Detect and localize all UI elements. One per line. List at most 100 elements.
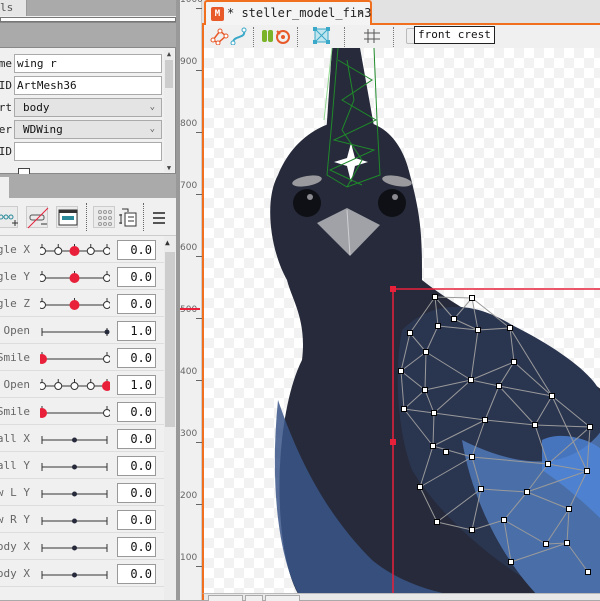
- parameter-slider[interactable]: [40, 510, 110, 528]
- scroll-up-icon[interactable]: ▲: [165, 238, 170, 247]
- mesh-vertex[interactable]: [496, 383, 502, 389]
- mesh-vertex[interactable]: [423, 349, 429, 355]
- parameter-row[interactable]: Brow R Y 0.0: [0, 506, 164, 533]
- property-select[interactable]: WDWing ⌄: [14, 120, 162, 139]
- parameter-row[interactable]: Angle Y 0.0: [0, 263, 164, 290]
- keyform-point[interactable]: [40, 382, 46, 390]
- mesh-vertex[interactable]: [401, 406, 407, 412]
- keyform-point-active[interactable]: [69, 300, 80, 310]
- slider-knob[interactable]: [72, 545, 77, 551]
- mesh-vertex[interactable]: [431, 410, 437, 416]
- scroll-thumb[interactable]: [165, 252, 175, 427]
- keyform-point[interactable]: [86, 382, 95, 390]
- key-bar-button[interactable]: [56, 206, 78, 228]
- param-scrollbar[interactable]: ▲: [164, 236, 176, 600]
- grid-keys-button[interactable]: [93, 206, 115, 228]
- mesh-vertex[interactable]: [478, 486, 484, 492]
- parameter-row[interactable]: Eye R Open 1.0: [0, 371, 164, 398]
- deformer-path-tool[interactable]: [210, 27, 230, 46]
- mesh-vertex[interactable]: [468, 377, 474, 383]
- status-button[interactable]: [245, 595, 263, 601]
- mesh-vertex[interactable]: [543, 541, 549, 547]
- slider-knob[interactable]: [104, 329, 110, 335]
- scroll-down-icon[interactable]: ▼: [164, 164, 174, 172]
- parameter-slider[interactable]: [40, 375, 110, 393]
- parameter-slider[interactable]: [40, 537, 110, 555]
- parameter-value-input[interactable]: 0.0: [117, 537, 156, 557]
- parameter-value-input[interactable]: 0.0: [117, 402, 156, 422]
- mesh-vertex[interactable]: [475, 327, 481, 333]
- keyform-point[interactable]: [103, 409, 111, 417]
- parameter-value-input[interactable]: 0.0: [117, 294, 156, 314]
- mesh-vertex[interactable]: [432, 294, 438, 300]
- mesh-vertex[interactable]: [451, 316, 457, 322]
- parameter-value-input[interactable]: 1.0: [117, 321, 156, 341]
- keyform-point[interactable]: [40, 274, 46, 282]
- parameter-slider[interactable]: [40, 456, 110, 474]
- mesh-vertex[interactable]: [511, 359, 517, 365]
- mesh-vertex[interactable]: [422, 387, 428, 393]
- add-keys-button[interactable]: [0, 206, 18, 228]
- mesh-vertex[interactable]: [507, 325, 513, 331]
- mesh-vertex[interactable]: [564, 540, 570, 546]
- mesh-vertex[interactable]: [549, 393, 555, 399]
- parameter-row[interactable]: Angle X 0.0: [0, 236, 164, 263]
- grid-tool[interactable]: [362, 27, 382, 45]
- model-canvas[interactable]: [202, 48, 600, 593]
- keyform-point[interactable]: [103, 355, 111, 363]
- parameter-value-input[interactable]: 0.0: [117, 429, 156, 449]
- parameter-row[interactable]: Eye Ball X 0.0: [0, 425, 164, 452]
- parameter-row[interactable]: Eye R Smile 0.0: [0, 398, 164, 425]
- parameter-row[interactable]: Angle Z 0.0: [0, 290, 164, 317]
- parameter-slider[interactable]: [40, 294, 110, 312]
- mesh-vertex[interactable]: [469, 527, 475, 533]
- parameter-slider[interactable]: [40, 429, 110, 447]
- parameter-slider[interactable]: [40, 267, 110, 285]
- mesh-vertex[interactable]: [482, 417, 488, 423]
- mesh-vertex[interactable]: [443, 449, 449, 455]
- slider-knob[interactable]: [72, 518, 77, 524]
- parameter-value-input[interactable]: 0.0: [117, 564, 156, 584]
- parameter-value-input[interactable]: 0.0: [117, 456, 156, 476]
- parameter-value-input[interactable]: 0.0: [117, 348, 156, 368]
- slider-knob[interactable]: [72, 491, 77, 497]
- mesh-vertex[interactable]: [501, 517, 507, 523]
- parameter-row[interactable]: Brow L Y 0.0: [0, 479, 164, 506]
- property-input[interactable]: ArtMesh36: [14, 76, 162, 95]
- link-params-button[interactable]: [118, 206, 138, 228]
- parameter-slider[interactable]: [40, 402, 110, 420]
- keyform-point[interactable]: [103, 247, 111, 255]
- mesh-vertex[interactable]: [585, 569, 591, 575]
- mesh-vertex[interactable]: [469, 454, 475, 460]
- property-input[interactable]: [14, 142, 162, 161]
- parameter-value-input[interactable]: 0.0: [117, 510, 156, 530]
- keyform-point[interactable]: [70, 382, 79, 390]
- mesh-vertex[interactable]: [508, 559, 514, 565]
- keyform-point[interactable]: [103, 301, 111, 309]
- status-button[interactable]: [265, 595, 300, 601]
- keyform-point[interactable]: [86, 247, 95, 255]
- parameter-value-input[interactable]: 1.0: [117, 375, 156, 395]
- slider-knob[interactable]: [72, 464, 77, 470]
- mesh-vertex[interactable]: [566, 506, 572, 512]
- keyform-point-active[interactable]: [40, 354, 47, 364]
- parameter-value-input[interactable]: 0.0: [117, 267, 156, 287]
- property-input[interactable]: wing r: [14, 54, 162, 73]
- parameter-row[interactable]: Eye Ball Y 0.0: [0, 452, 164, 479]
- status-button[interactable]: [208, 595, 243, 601]
- keyform-point-active[interactable]: [40, 408, 47, 418]
- keyform-point[interactable]: [54, 247, 63, 255]
- parameter-row[interactable]: Body X 0.0: [0, 533, 164, 560]
- parameter-slider[interactable]: [40, 321, 110, 339]
- bezier-curve-tool[interactable]: [230, 27, 250, 46]
- mesh-vertex[interactable]: [587, 424, 593, 430]
- bbox-handle[interactable]: [390, 286, 396, 292]
- mesh-vertex[interactable]: [545, 461, 551, 467]
- panel-menu-button[interactable]: [152, 210, 166, 229]
- keyform-point-active[interactable]: [69, 273, 80, 283]
- mesh-vertex[interactable]: [435, 323, 441, 329]
- mesh-vertex[interactable]: [430, 443, 436, 449]
- slider-knob[interactable]: [72, 572, 77, 578]
- rotate-tool[interactable]: [274, 27, 294, 45]
- mesh-vertex[interactable]: [398, 368, 404, 374]
